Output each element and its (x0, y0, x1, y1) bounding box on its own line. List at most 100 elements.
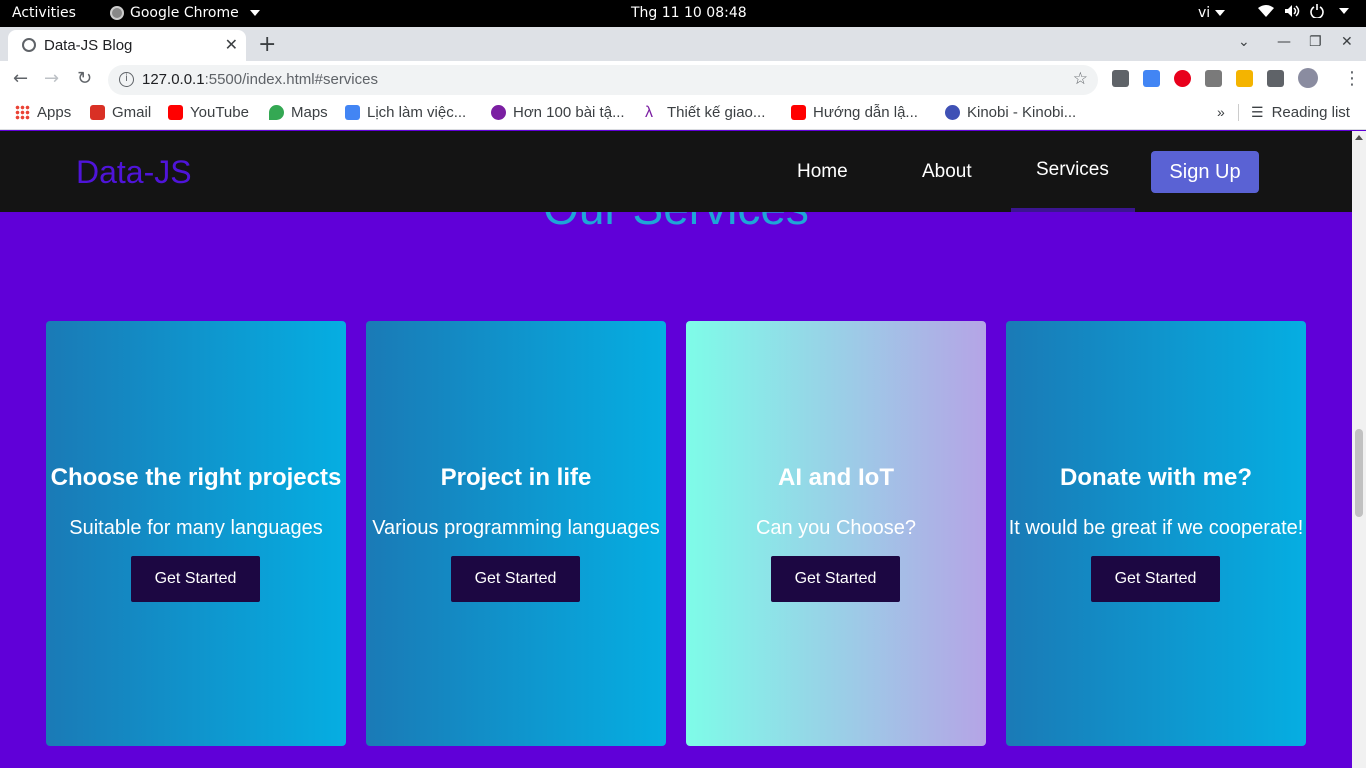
close-icon[interactable]: ✕ (225, 35, 238, 54)
bookmark-label: Apps (37, 104, 72, 121)
restore-icon[interactable]: ❐ (1309, 34, 1322, 50)
clock[interactable]: Thg 11 10 08:48 (631, 5, 747, 21)
minimize-icon[interactable]: — (1277, 34, 1291, 50)
url-path: :5500/index.html#services (204, 71, 378, 88)
extension-icon[interactable] (1112, 70, 1129, 87)
bookmark-gmail[interactable]: Gmail (90, 104, 151, 121)
wifi-icon (1258, 5, 1274, 17)
nav-home-link[interactable]: Home (797, 161, 848, 183)
puzzle-icon[interactable] (1267, 70, 1284, 87)
bookmark-label: Gmail (112, 104, 152, 121)
gmail-icon (90, 105, 105, 120)
service-card: Project in life Various programming lang… (366, 321, 666, 746)
site-navbar: Data-JS Home About Services Sign Up (0, 131, 1352, 212)
service-card: AI and IoT Can you Choose? Get Started (686, 321, 986, 746)
system-top-bar: Activities Google Chrome Thg 11 10 08:48… (0, 0, 1366, 27)
get-started-button[interactable]: Get Started (131, 556, 260, 602)
adblock-icon[interactable] (1174, 70, 1191, 87)
volume-icon (1285, 5, 1300, 17)
language-indicator[interactable]: vi (1198, 5, 1226, 21)
nav-services-link[interactable]: Services (1036, 159, 1109, 181)
card-subtitle: Suitable for many languages (69, 517, 323, 539)
bookmark-calendar[interactable]: Lịch làm việc... (345, 104, 466, 121)
service-card: Choose the right projects Suitable for m… (46, 321, 346, 746)
tab-title: Data-JS Blog (44, 37, 133, 54)
page-scrollbar[interactable] (1352, 131, 1366, 768)
url-host: 127.0.0.1 (142, 71, 205, 88)
app-name: Google Chrome (130, 5, 239, 21)
activities-button[interactable]: Activities (12, 5, 76, 21)
card-title: Project in life (440, 464, 592, 491)
back-icon[interactable]: ← (13, 68, 28, 89)
browser-toolbar: ← → ↻ i 127.0.0.1:5500/index.html#servic… (0, 61, 1366, 98)
chrome-icon (110, 6, 124, 20)
extension-icon[interactable] (1205, 70, 1222, 87)
youtube-icon (168, 105, 183, 120)
bookmark-label: Hơn 100 bài tậ... (513, 104, 625, 121)
system-tray[interactable] (1258, 4, 1349, 18)
reading-list-button[interactable]: ☰ Reading list (1238, 104, 1350, 121)
at-icon (491, 105, 506, 120)
bookmark-label: Lịch làm việc... (367, 104, 467, 121)
bookmark-maps[interactable]: Maps (269, 104, 328, 121)
bookmark-guide[interactable]: Hướng dẫn lậ... (791, 104, 918, 121)
bookmark-star-icon[interactable]: ☆ (1073, 69, 1088, 89)
card-title: Choose the right projects (50, 464, 342, 491)
bookmark-label: Maps (291, 104, 328, 121)
bookmark-label: Hướng dẫn lậ... (813, 104, 918, 121)
chevron-down-icon (1339, 8, 1349, 14)
reload-icon[interactable]: ↻ (77, 68, 92, 89)
power-icon (1310, 4, 1324, 18)
bookmarks-bar: Apps Gmail YouTube Maps Lịch làm việc...… (0, 98, 1366, 130)
bookmark-kinobi[interactable]: Kinobi - Kinobi... (945, 104, 1076, 121)
card-subtitle: Various programming languages (372, 517, 660, 539)
info-icon[interactable]: i (119, 72, 134, 87)
get-started-button[interactable]: Get Started (1091, 556, 1220, 602)
bookmark-youtube[interactable]: YouTube (168, 104, 249, 121)
language-label: vi (1198, 5, 1211, 21)
chevron-down-icon (249, 10, 260, 16)
page-viewport: Our Services Data-JS Home About Services… (0, 131, 1352, 768)
app-menu[interactable]: Google Chrome (110, 5, 260, 21)
kinobi-icon (945, 105, 960, 120)
bookmark-exercises[interactable]: Hơn 100 bài tậ... (491, 104, 625, 121)
chevron-down-icon (1215, 10, 1226, 16)
more-menu-icon[interactable]: ⋮ (1343, 68, 1361, 89)
more-bookmarks-button[interactable]: » (1217, 104, 1225, 120)
bookmark-label: Kinobi - Kinobi... (967, 104, 1077, 121)
card-title: AI and IoT (778, 464, 894, 491)
browser-tab[interactable]: Data-JS Blog ✕ (8, 30, 246, 61)
extensions-area (1112, 68, 1318, 88)
extension-icon[interactable] (1236, 70, 1253, 87)
url-text[interactable]: 127.0.0.1:5500/index.html#services (142, 71, 378, 88)
tab-search-icon[interactable]: ⌄ (1238, 34, 1250, 50)
reading-list-label: Reading list (1271, 104, 1350, 121)
apps-grid-icon (15, 105, 30, 120)
translate-icon[interactable] (1143, 70, 1160, 87)
scrollbar-thumb[interactable] (1355, 429, 1363, 517)
scroll-up-icon[interactable] (1355, 135, 1363, 140)
forward-icon[interactable]: → (44, 68, 59, 89)
bookmark-label: YouTube (190, 104, 249, 121)
site-logo[interactable]: Data-JS (76, 154, 192, 191)
card-subtitle: It would be great if we cooperate! (1008, 517, 1304, 539)
avatar[interactable] (1298, 68, 1318, 88)
tab-strip: Data-JS Blog ✕ (0, 27, 1366, 61)
bookmark-apps[interactable]: Apps (15, 104, 71, 121)
address-bar[interactable]: i 127.0.0.1:5500/index.html#services ☆ (108, 65, 1098, 95)
get-started-button[interactable]: Get Started (451, 556, 580, 602)
lambda-icon: λ (645, 104, 653, 121)
service-card: Donate with me? It would be great if we … (1006, 321, 1306, 746)
active-nav-indicator (1011, 208, 1135, 212)
reading-list-icon: ☰ (1251, 104, 1264, 120)
window-close-icon[interactable]: ✕ (1341, 34, 1353, 50)
youtube-icon (791, 105, 806, 120)
get-started-button[interactable]: Get Started (771, 556, 900, 602)
card-title: Donate with me? (1059, 464, 1252, 491)
globe-icon (22, 38, 36, 52)
new-tab-button[interactable]: + (258, 32, 276, 57)
nav-about-link[interactable]: About (922, 161, 972, 183)
card-subtitle: Can you Choose? (755, 517, 917, 539)
bookmark-design[interactable]: λ Thiết kế giao... (645, 104, 765, 121)
signup-button[interactable]: Sign Up (1151, 151, 1259, 193)
